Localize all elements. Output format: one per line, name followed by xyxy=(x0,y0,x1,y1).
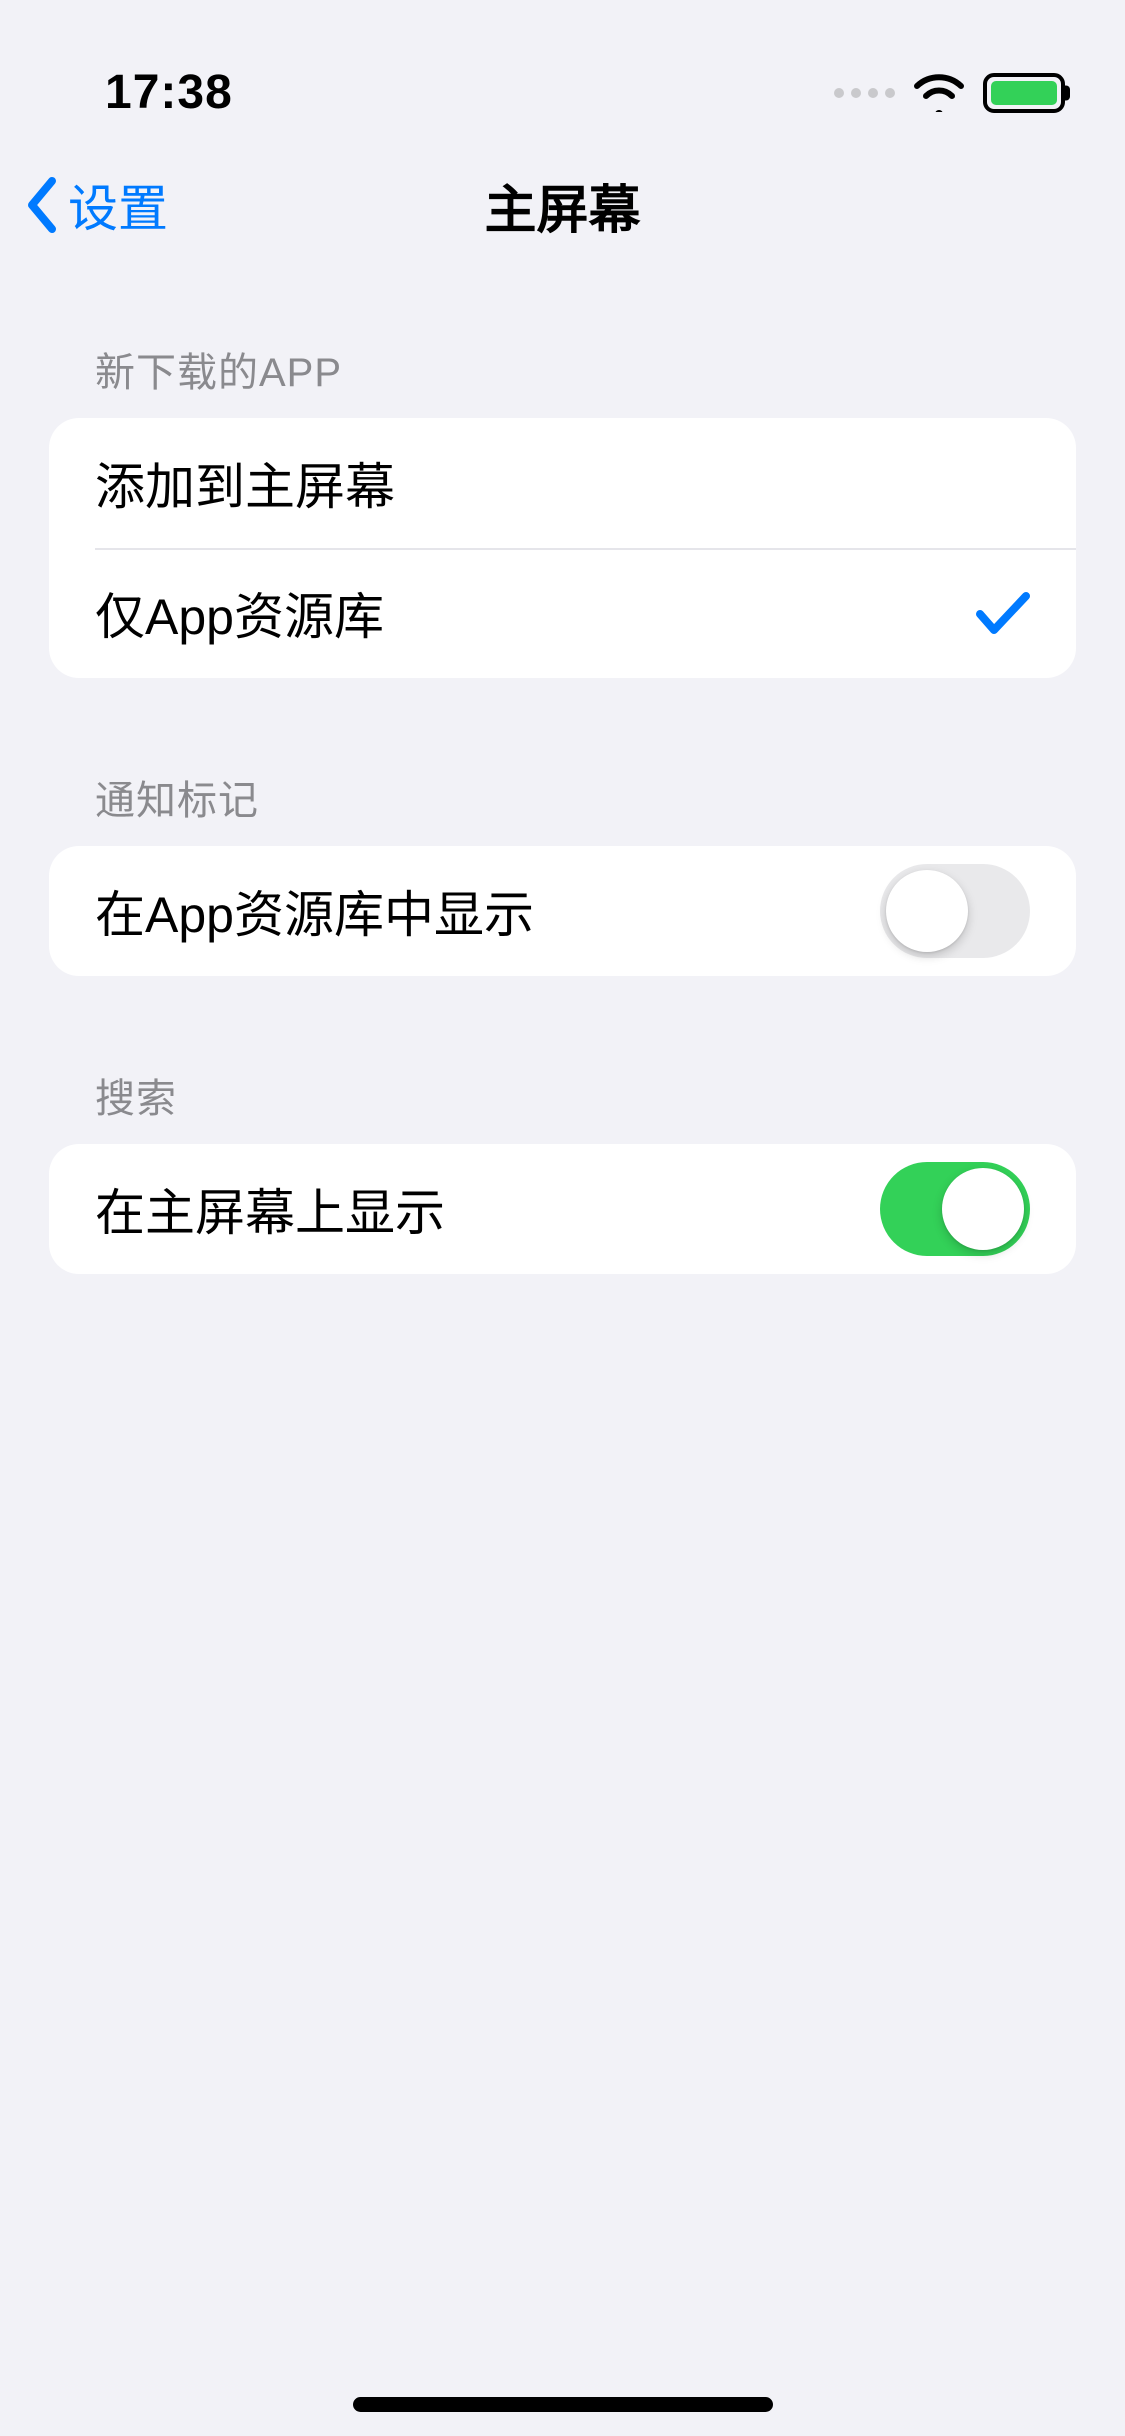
group-notification-badges: 在App资源库中显示 xyxy=(49,846,1076,976)
status-bar: 17:38 xyxy=(0,0,1125,140)
toggle-show-on-home-screen[interactable] xyxy=(880,1162,1030,1256)
back-button-label: 设置 xyxy=(68,169,168,241)
row-show-on-home-screen: 在主屏幕上显示 xyxy=(49,1144,1076,1274)
home-indicator[interactable] xyxy=(353,2397,773,2412)
row-label: 在主屏幕上显示 xyxy=(95,1173,445,1245)
section-header-newly-downloaded: 新下载的APP xyxy=(49,340,1076,418)
checkmark-icon xyxy=(976,590,1030,636)
chevron-left-icon xyxy=(22,175,62,235)
section-header-search: 搜索 xyxy=(49,1066,1076,1144)
section-search: 搜索 在主屏幕上显示 xyxy=(49,1066,1076,1274)
section-newly-downloaded: 新下载的APP 添加到主屏幕 仅App资源库 xyxy=(49,340,1076,678)
section-notification-badges: 通知标记 在App资源库中显示 xyxy=(49,768,1076,976)
back-button[interactable]: 设置 xyxy=(22,169,168,241)
status-time: 17:38 xyxy=(105,65,233,120)
status-indicators xyxy=(834,73,1065,113)
cellular-signal-icon xyxy=(834,88,895,98)
option-label: 添加到主屏幕 xyxy=(95,447,395,519)
group-search: 在主屏幕上显示 xyxy=(49,1144,1076,1274)
option-app-library-only[interactable]: 仅App资源库 xyxy=(49,548,1076,678)
row-show-in-app-library: 在App资源库中显示 xyxy=(49,846,1076,976)
page-title: 主屏幕 xyxy=(0,168,1125,243)
row-label: 在App资源库中显示 xyxy=(95,875,534,947)
group-newly-downloaded: 添加到主屏幕 仅App资源库 xyxy=(49,418,1076,678)
option-add-to-home-screen[interactable]: 添加到主屏幕 xyxy=(49,418,1076,548)
navigation-bar: 设置 主屏幕 xyxy=(0,140,1125,270)
option-label: 仅App资源库 xyxy=(95,577,384,649)
wifi-icon xyxy=(913,74,965,112)
section-header-notification-badges: 通知标记 xyxy=(49,768,1076,846)
battery-icon xyxy=(983,73,1065,113)
toggle-show-in-app-library[interactable] xyxy=(880,864,1030,958)
